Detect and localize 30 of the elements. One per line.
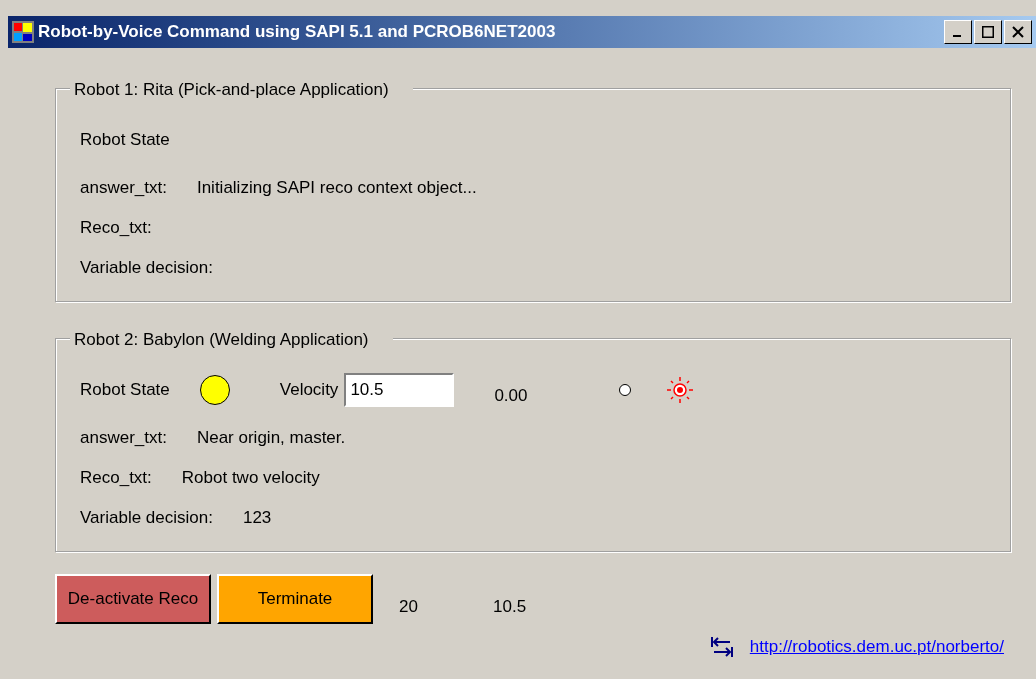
action-button[interactable]: De-activate Reco [55,574,211,624]
field-value: Near origin, master. [196,427,346,450]
field-label: answer_txt: [80,427,167,450]
maximize-icon [982,26,994,38]
field-label: Variable decision: [80,507,213,530]
action-button[interactable]: Terminate [217,574,373,624]
maximize-button[interactable] [974,20,1002,44]
close-icon [1012,26,1024,38]
field-label: answer_txt: [80,177,167,200]
field-label: Reco_txt: [80,467,152,490]
field-value: Robot two velocity [181,467,320,490]
minimize-icon [953,35,961,37]
field-label: Variable decision: [80,257,213,280]
field-label: Reco_txt: [80,217,152,240]
website-link[interactable]: http://robotics.dem.uc.pt/norberto/ [749,634,1004,660]
field-value: 123 [242,507,272,530]
window-title: Robot-by-Voice Command using SAPI 5.1 and PCROB6NET2003 [38,21,556,44]
minimize-button[interactable] [944,20,972,44]
field-value: Initializing SAPI reco context object... [196,177,477,200]
reading-text: 10.5 [493,596,528,619]
state-label: Robot State [80,129,170,152]
close-button[interactable] [1004,20,1032,44]
light-icon [667,377,694,403]
app-icon [12,21,34,43]
arrows-icon [709,635,734,658]
velocity-reading: 0.00 [494,385,528,408]
state-label: Robot State [80,379,170,402]
velocity-field[interactable]: 10.5 [344,373,455,407]
velocity-label: Velocity [279,379,339,402]
reading-text: 20 [399,596,419,619]
